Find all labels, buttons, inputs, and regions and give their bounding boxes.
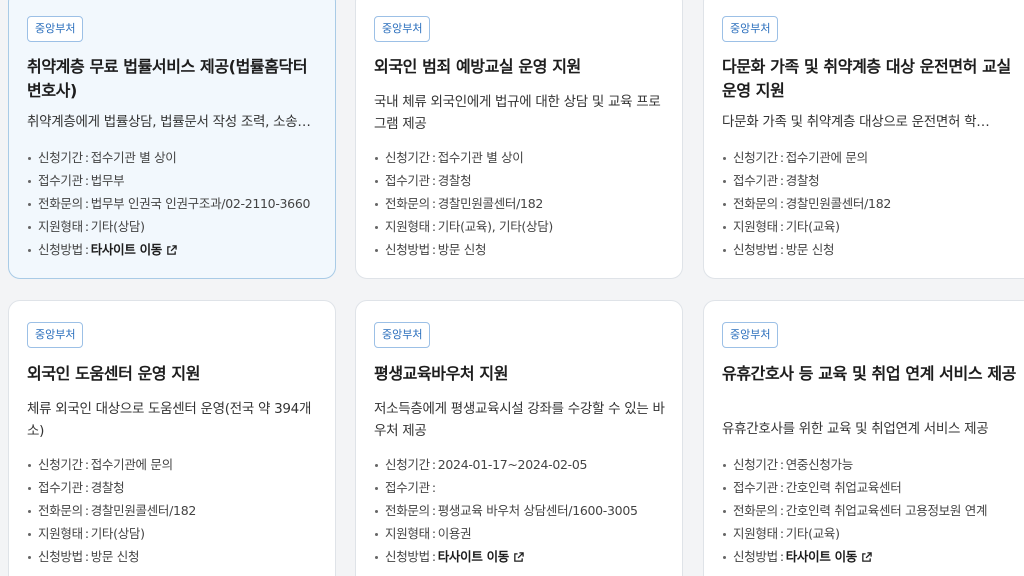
detail-phone: 전화문의: 경찰민원콜센터/182: [722, 192, 1024, 215]
detail-phone: 전화문의: 평생교육 바우처 상담센터/1600-3005: [374, 499, 666, 522]
card-details: 신청기간: 접수기관 별 상이 접수기관: 경찰청 전화문의: 경찰민원콜센터/182…: [374, 146, 666, 261]
card-description: 취약계층에게 법률상담, 법률문서 작성 조력, 소송구조 안내 등: [27, 114, 321, 130]
category-badge: 중앙부처: [722, 322, 779, 348]
service-card-grid: 중앙부처 취약계층 무료 법률서비스 제공(법률홈닥터 변호사) 취약계층에게 …: [0, 0, 1024, 576]
card-title[interactable]: 취약계층 무료 법률서비스 제공(법률홈닥터 변호사): [27, 55, 321, 103]
card-title[interactable]: 다문화 가족 및 취약계층 대상 운전면허 교실 운영 지원: [722, 55, 1016, 103]
detail-type: 지원형태: 기타(상담): [27, 215, 319, 238]
type-value: 기타(상담): [90, 219, 145, 234]
category-badge: 중앙부처: [27, 322, 84, 348]
service-card[interactable]: 중앙부처 외국인 범죄 예방교실 운영 지원 국내 체류 외국인에게 법규에 대…: [355, 0, 683, 279]
card-title[interactable]: 외국인 범죄 예방교실 운영 지원: [374, 55, 668, 79]
detail-agency: 접수기관: 경찰청: [722, 169, 1024, 192]
phone-value: 간호인력 취업교육센터 고용정보원 연계: [785, 503, 988, 518]
card-title[interactable]: 외국인 도움센터 운영 지원: [27, 362, 321, 386]
period-value: 접수기관에 문의: [90, 457, 173, 472]
detail-method: 신청방법: 타사이트 이동: [722, 545, 996, 568]
phone-value: 평생교육 바우처 상담센터/1600-3005: [437, 503, 638, 518]
detail-type: 지원형태: 기타(교육): [722, 522, 996, 545]
detail-period: 신청기간: 접수기관에 문의: [722, 146, 1024, 169]
method-value: 방문 신청: [437, 242, 487, 257]
card-details: 신청기간: 접수기관에 문의 접수기관: 경찰청 전화문의: 경찰민원콜센터/182 …: [27, 453, 319, 568]
detail-agency: 접수기관: 경찰청: [374, 169, 666, 192]
detail-phone: 전화문의: 간호인력 취업교육센터 고용정보원 연계: [722, 499, 996, 522]
detail-period: 신청기간: 접수기관에 문의: [27, 453, 319, 476]
service-card[interactable]: 중앙부처 취약계층 무료 법률서비스 제공(법률홈닥터 변호사) 취약계층에게 …: [8, 0, 336, 279]
card-details: 신청기간:2024-01-17~2024-02-05 접수기관: 전화문의: 평생…: [374, 453, 666, 568]
type-value: 기타(교육): [785, 526, 840, 541]
card-details: 신청기간: 접수기관에 문의 접수기관: 경찰청 전화문의: 경찰민원콜센터/182 …: [722, 146, 1024, 261]
period-value: 접수기관에 문의: [785, 150, 868, 165]
agency-value: 경찰청: [90, 480, 125, 495]
detail-method: 신청방법: 방문 신청: [27, 545, 319, 568]
phone-value: 경찰민원콜센터/182: [90, 503, 197, 518]
detail-period: 신청기간: 연중신청가능: [722, 453, 996, 476]
service-card[interactable]: 중앙부처 평생교육바우처 지원 저소득층에게 평생교육시설 강좌를 수강할 수 …: [355, 300, 683, 576]
detail-agency: 접수기관: 간호인력 취업교육센터: [722, 476, 996, 499]
card-title[interactable]: 유휴간호사 등 교육 및 취업 연계 서비스 제공: [722, 362, 1016, 386]
detail-method: 신청방법: 방문 신청: [722, 238, 1024, 261]
external-link-icon: [862, 552, 872, 562]
detail-method: 신청방법: 타사이트 이동: [27, 238, 319, 261]
card-description: 국내 체류 외국인에게 법규에 대한 상담 및 교육 프로그램 제공: [374, 94, 661, 132]
period-value: 접수기관 별 상이: [90, 150, 177, 165]
type-value: 기타(교육): [785, 219, 840, 234]
card-description: 유휴간호사를 위한 교육 및 취업연계 서비스 제공: [722, 421, 989, 437]
detail-phone: 전화문의: 법무부 인권국 인권구조과/02-2110-3660: [27, 192, 319, 215]
detail-period: 신청기간:2024-01-17~2024-02-05: [374, 453, 666, 476]
phone-value: 경찰민원콜센터/182: [437, 196, 544, 211]
service-card[interactable]: 중앙부처 다문화 가족 및 취약계층 대상 운전면허 교실 운영 지원 다문화 …: [703, 0, 1024, 279]
card-details: 신청기간: 연중신청가능 접수기관: 간호인력 취업교육센터 전화문의: 간호인력 취…: [722, 453, 996, 568]
detail-method: 신청방법: 방문 신청: [374, 238, 666, 261]
detail-method: 신청방법: 타사이트 이동: [374, 545, 666, 568]
phone-value: 법무부 인권국 인권구조과/02-2110-3660: [90, 196, 311, 211]
detail-agency: 접수기관:: [374, 476, 666, 499]
external-link-icon: [514, 552, 524, 562]
detail-phone: 전화문의: 경찰민원콜센터/182: [27, 499, 319, 522]
category-badge: 중앙부처: [374, 322, 431, 348]
method-value: 방문 신청: [90, 549, 140, 564]
card-description: 체류 외국인 대상으로 도움센터 운영(전국 약 394개소): [27, 401, 312, 439]
agency-value: 경찰청: [785, 173, 820, 188]
phone-value: 경찰민원콜센터/182: [785, 196, 892, 211]
detail-period: 신청기간: 접수기관 별 상이: [374, 146, 666, 169]
detail-period: 신청기간: 접수기관 별 상이: [27, 146, 319, 169]
external-site-link[interactable]: 타사이트 이동: [91, 242, 177, 257]
external-site-link[interactable]: 타사이트 이동: [438, 549, 524, 564]
detail-type: 지원형태: 이용권: [374, 522, 666, 545]
detail-phone: 전화문의: 경찰민원콜센터/182: [374, 192, 666, 215]
detail-agency: 접수기관: 법무부: [27, 169, 319, 192]
service-card[interactable]: 중앙부처 유휴간호사 등 교육 및 취업 연계 서비스 제공 유휴간호사를 위한…: [703, 300, 1024, 576]
card-details: 신청기간: 접수기관 별 상이 접수기관: 법무부 전화문의: 법무부 인권국 인권구…: [27, 146, 319, 261]
agency-value: 법무부: [90, 173, 125, 188]
agency-value: 경찰청: [437, 173, 472, 188]
period-value: 2024-01-17~2024-02-05: [437, 457, 588, 472]
card-description: 저소득층에게 평생교육시설 강좌를 수강할 수 있는 바우처 제공: [374, 401, 665, 439]
card-title[interactable]: 평생교육바우처 지원: [374, 362, 668, 386]
detail-type: 지원형태: 기타(교육), 기타(상담): [374, 215, 666, 238]
type-value: 기타(교육), 기타(상담): [437, 219, 554, 234]
period-value: 연중신청가능: [785, 457, 854, 472]
method-value: 방문 신청: [785, 242, 835, 257]
category-badge: 중앙부처: [374, 16, 431, 42]
agency-value: 간호인력 취업교육센터: [785, 480, 902, 495]
detail-type: 지원형태: 기타(교육): [722, 215, 1024, 238]
external-link-icon: [167, 245, 177, 255]
detail-type: 지원형태: 기타(상담): [27, 522, 319, 545]
type-value: 기타(상담): [90, 526, 145, 541]
period-value: 접수기관 별 상이: [437, 150, 524, 165]
detail-agency: 접수기관: 경찰청: [27, 476, 319, 499]
service-card[interactable]: 중앙부처 외국인 도움센터 운영 지원 체류 외국인 대상으로 도움센터 운영(…: [8, 300, 336, 576]
card-description: 다문화 가족 및 취약계층 대상으로 운전면허 학과시험 교육 지원: [722, 114, 996, 130]
category-badge: 중앙부처: [722, 16, 779, 42]
external-site-link[interactable]: 타사이트 이동: [786, 549, 872, 564]
category-badge: 중앙부처: [27, 16, 84, 42]
type-value: 이용권: [437, 526, 472, 541]
